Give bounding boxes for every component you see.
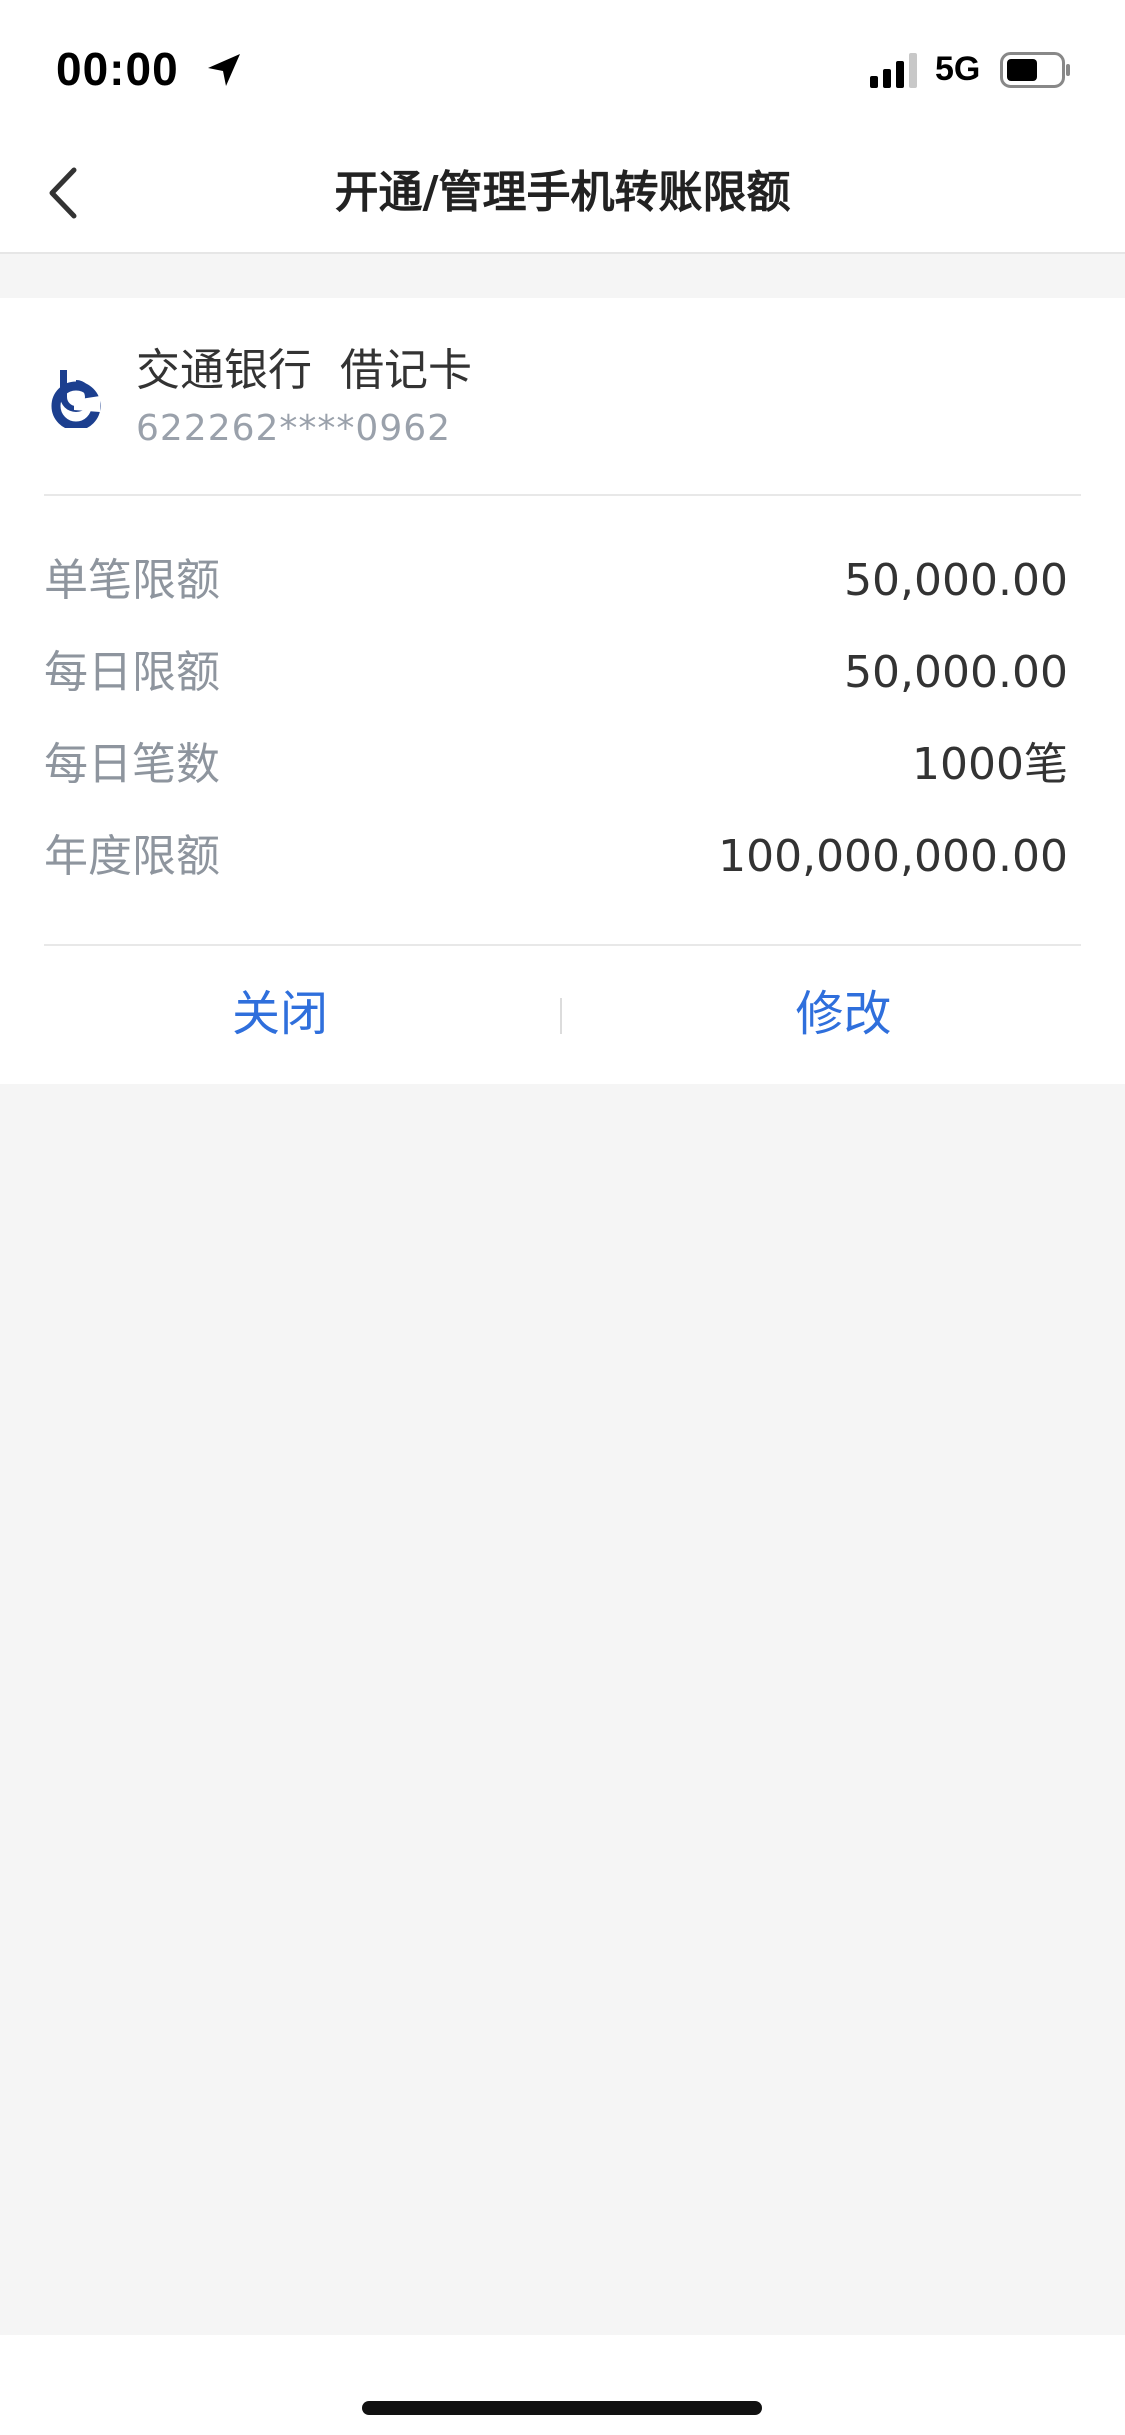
limit-label: 每日笔数	[44, 739, 220, 790]
limit-value: 50,000.00	[844, 647, 1068, 698]
limit-row-annual: 年度限额 100,000,000.00	[44, 822, 1068, 892]
limit-label: 年度限额	[44, 831, 220, 882]
chevron-left-icon[interactable]	[40, 160, 100, 226]
limit-value: 100,000,000.00	[718, 831, 1068, 882]
location-arrow-icon	[208, 54, 240, 86]
card-number: 622262****0962	[136, 408, 452, 449]
limit-row-daily-count: 每日笔数 1000笔	[44, 730, 1068, 800]
page-title: 开通/管理手机转账限额	[334, 167, 791, 218]
home-indicator[interactable]	[362, 2401, 762, 2415]
modify-button[interactable]: 修改	[562, 974, 1125, 1054]
limit-label: 每日限额	[44, 647, 220, 698]
status-time: 00:00	[56, 43, 179, 95]
home-indicator-area	[0, 2335, 1125, 2435]
limit-label: 单笔限额	[44, 555, 220, 606]
divider	[44, 944, 1081, 946]
bank-logo-icon	[51, 370, 101, 428]
status-bar: 00:00 5G	[0, 0, 1125, 132]
network-label: 5G	[935, 50, 981, 88]
divider	[44, 494, 1081, 496]
limit-row-single: 单笔限额 50,000.00	[44, 546, 1068, 616]
limit-row-daily: 每日限额 50,000.00	[44, 638, 1068, 708]
close-button[interactable]: 关闭	[0, 974, 560, 1054]
limit-card: 交通银行 借记卡 622262****0962 单笔限额 50,000.00 每…	[0, 298, 1125, 1084]
battery-icon	[1000, 52, 1070, 88]
limit-value: 1000笔	[912, 739, 1068, 790]
limit-value: 50,000.00	[844, 555, 1068, 606]
signal-icon	[870, 53, 917, 88]
bank-name: 交通银行 借记卡	[136, 345, 472, 396]
nav-bar: 开通/管理手机转账限额	[0, 132, 1125, 254]
